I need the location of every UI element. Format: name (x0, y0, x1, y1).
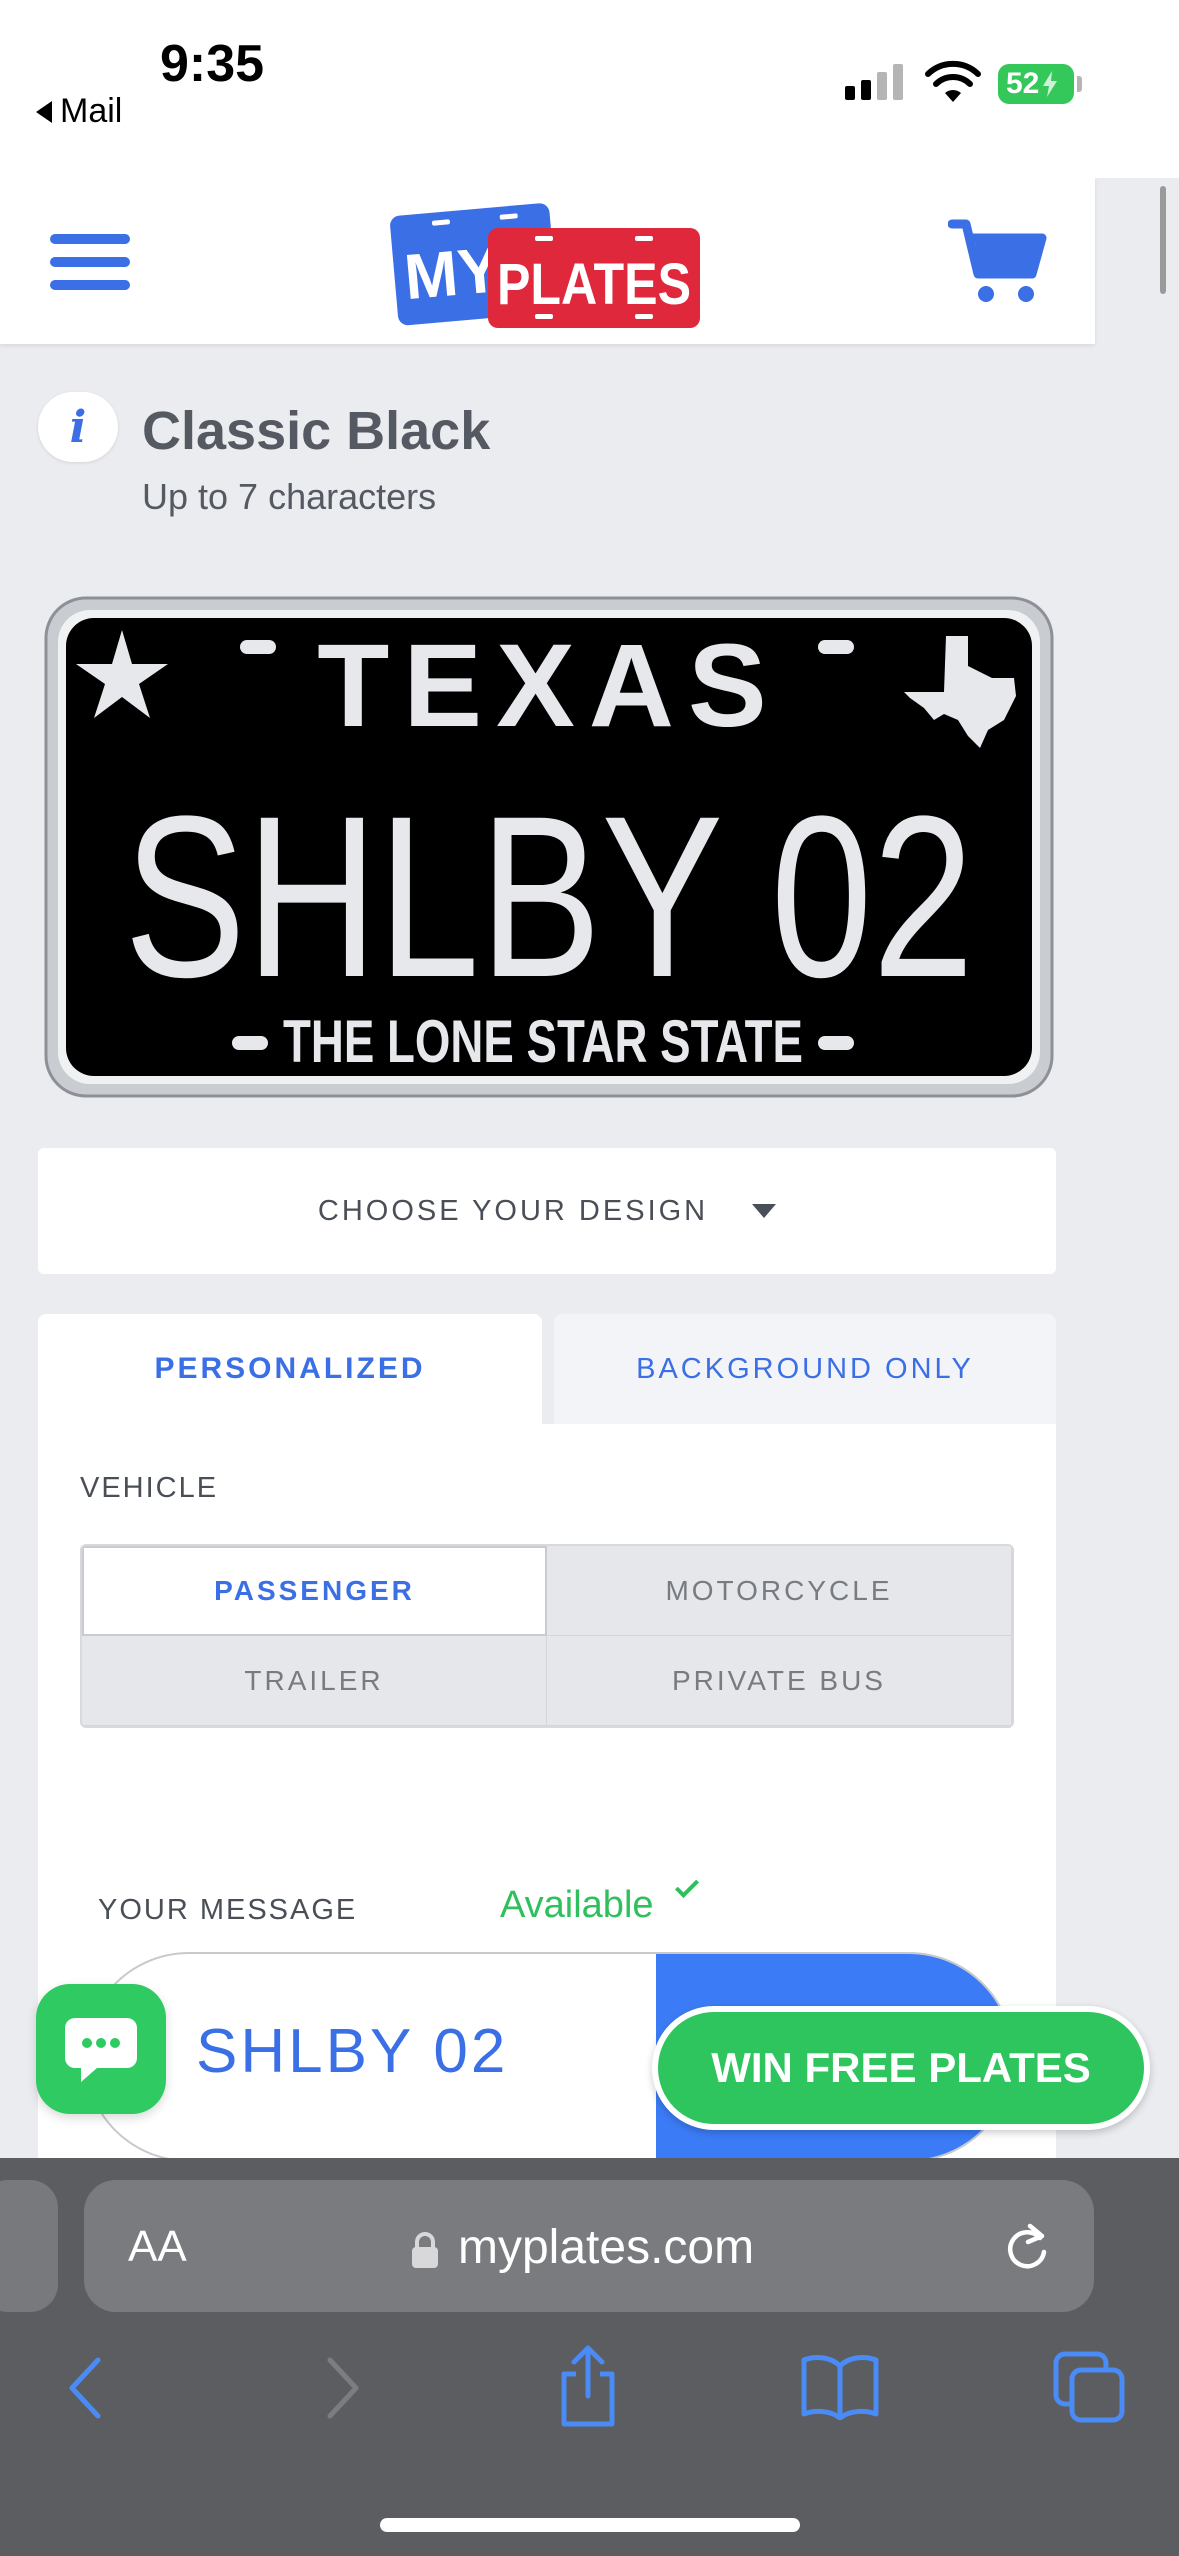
reader-aa-button[interactable]: AA (128, 2222, 187, 2272)
status-time: 9:35 (160, 35, 265, 93)
choose-design-label: CHOOSE YOUR DESIGN (317, 1194, 709, 1227)
page-scrollbar[interactable] (1160, 186, 1166, 294)
battery-level: 52 (1006, 67, 1040, 100)
back-app-label: Mail (60, 92, 123, 130)
back-to-mail-link[interactable]: Mail (36, 92, 122, 131)
chat-icon[interactable] (36, 1984, 166, 2114)
myplates-logo[interactable]: MY PLATES (385, 186, 710, 336)
home-indicator[interactable] (380, 2518, 800, 2532)
design-title: Classic Black (142, 401, 491, 461)
page: { "status_bar": { "time": "9:35", "back_… (0, 0, 1179, 2556)
design-subtitle: Up to 7 characters (142, 476, 437, 517)
wifi-icon (925, 60, 981, 102)
vehicle-option-private-bus[interactable]: PRIVATE BUS (547, 1636, 1012, 1726)
logo-plates-text: PLATES (497, 252, 691, 317)
vehicle-options: PASSENGER MOTORCYCLE TRAILER PRIVATE BUS (80, 1544, 1014, 1728)
caret-down-icon (752, 1204, 777, 1218)
tabs-icon[interactable] (1052, 2350, 1128, 2426)
reload-icon[interactable] (1002, 2222, 1052, 2274)
previous-tab-preview[interactable] (0, 2180, 58, 2312)
info-icon[interactable]: i (38, 392, 118, 462)
url-text[interactable]: myplates.com (458, 2220, 754, 2275)
back-icon[interactable] (66, 2356, 106, 2420)
lock-icon (412, 2232, 438, 2268)
plate-state: TEXAS (317, 620, 780, 752)
battery-charging-icon: 52 (998, 64, 1074, 104)
cart-icon[interactable] (948, 216, 1048, 306)
win-free-plates-button[interactable]: WIN FREE PLATES (652, 2006, 1150, 2130)
vehicle-option-motorcycle[interactable]: MOTORCYCLE (547, 1546, 1012, 1636)
battery-tip (1077, 76, 1082, 92)
plate-slogan: THE LONE STAR STATE (283, 1008, 803, 1075)
bookmarks-icon[interactable] (800, 2352, 880, 2420)
site-header: MY PLATES (0, 178, 1095, 344)
share-icon[interactable] (556, 2344, 620, 2428)
forward-icon[interactable] (322, 2356, 362, 2420)
signal-icon (845, 64, 903, 100)
plate-message: SHLBY 02 (124, 768, 974, 1025)
tab-background-only[interactable]: BACKGROUND ONLY (554, 1314, 1056, 1424)
choose-design-dropdown[interactable]: CHOOSE YOUR DESIGN (38, 1148, 1056, 1274)
license-plate-preview: TEXAS SHLBY 02 THE LONE STAR STATE (44, 596, 1054, 1098)
vehicle-option-trailer[interactable]: TRAILER (82, 1636, 547, 1726)
status-bar: 9:35 Mail 52 (0, 0, 1179, 178)
availability-status: Available (500, 1884, 654, 1926)
message-label: YOUR MESSAGE (98, 1894, 358, 1926)
vehicle-label: VEHICLE (80, 1472, 219, 1504)
back-triangle-icon (36, 100, 52, 123)
vehicle-option-passenger[interactable]: PASSENGER (82, 1546, 547, 1636)
tab-personalized[interactable]: PERSONALIZED (38, 1314, 542, 1424)
menu-icon[interactable] (50, 234, 130, 290)
message-input-value[interactable]: SHLBY 02 (196, 2016, 508, 2087)
